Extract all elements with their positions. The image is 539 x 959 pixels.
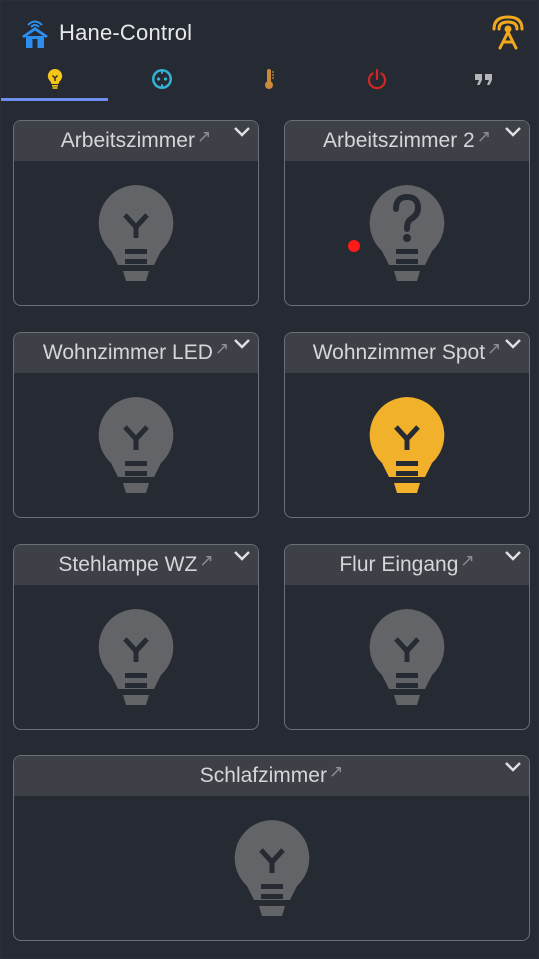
lightbulb-off-icon[interactable]	[96, 183, 176, 283]
status-dot	[348, 240, 360, 252]
card-header: Arbeitszimmer ↗	[14, 121, 258, 161]
card-title: Arbeitszimmer	[60, 129, 195, 152]
lightbulb-off-icon[interactable]	[367, 607, 447, 707]
chevron-down-icon[interactable]	[503, 125, 523, 139]
card-header: Arbeitszimmer 2 ↗	[285, 121, 529, 161]
external-link-icon[interactable]: ↗	[329, 762, 343, 782]
card-header: Wohnzimmer LED ↗	[14, 333, 258, 373]
card-stehlampe-wz[interactable]: Stehlampe WZ ↗	[13, 544, 259, 730]
card-body	[14, 585, 258, 729]
external-link-icon[interactable]: ↗	[215, 339, 229, 359]
card-schlafzimmer[interactable]: Schlafzimmer ↗	[13, 755, 530, 941]
card-flur-eingang[interactable]: Flur Eingang ↗	[284, 544, 530, 730]
external-link-icon[interactable]: ↗	[199, 551, 213, 571]
card-header: Stehlampe WZ ↗	[14, 545, 258, 585]
card-header: Schlafzimmer ↗	[14, 756, 529, 796]
card-arbeitszimmer-2[interactable]: Arbeitszimmer 2 ↗	[284, 120, 530, 306]
app-window: Hane-Control Arbeitszimmer ↗ Arbeitszimm…	[1, 1, 538, 958]
device-grid: Arbeitszimmer ↗ Arbeitszimmer 2 ↗ Wohnzi…	[1, 1, 538, 958]
card-wohnzimmer-led[interactable]: Wohnzimmer LED ↗	[13, 332, 259, 518]
card-body	[14, 796, 529, 940]
card-body	[285, 585, 529, 729]
card-title: Wohnzimmer Spot	[312, 341, 486, 364]
chevron-down-icon[interactable]	[503, 760, 523, 774]
lightbulb-off-icon[interactable]	[96, 607, 176, 707]
card-body	[285, 161, 529, 305]
external-link-icon[interactable]: ↗	[487, 339, 501, 359]
chevron-down-icon[interactable]	[232, 549, 252, 563]
card-title: Wohnzimmer LED	[42, 341, 213, 364]
lightbulb-on-icon[interactable]	[367, 395, 447, 495]
card-title: Arbeitszimmer 2	[323, 129, 475, 152]
card-header: Flur Eingang ↗	[285, 545, 529, 585]
card-header: Wohnzimmer Spot ↗	[285, 333, 529, 373]
card-body	[285, 373, 529, 517]
chevron-down-icon[interactable]	[503, 549, 523, 563]
chevron-down-icon[interactable]	[503, 337, 523, 351]
card-title: Stehlampe WZ	[58, 553, 198, 576]
external-link-icon[interactable]: ↗	[477, 127, 491, 147]
card-title: Schlafzimmer	[199, 764, 327, 787]
chevron-down-icon[interactable]	[232, 337, 252, 351]
card-body	[14, 373, 258, 517]
lightbulb-off-icon[interactable]	[232, 818, 312, 918]
external-link-icon[interactable]: ↗	[460, 551, 474, 571]
card-wohnzimmer-spot[interactable]: Wohnzimmer Spot ↗	[284, 332, 530, 518]
lightbulb-unknown-icon[interactable]	[367, 183, 447, 283]
external-link-icon[interactable]: ↗	[197, 127, 211, 147]
card-arbeitszimmer[interactable]: Arbeitszimmer ↗	[13, 120, 259, 306]
lightbulb-off-icon[interactable]	[96, 395, 176, 495]
card-title: Flur Eingang	[339, 553, 459, 576]
card-body	[14, 161, 258, 305]
chevron-down-icon[interactable]	[232, 125, 252, 139]
